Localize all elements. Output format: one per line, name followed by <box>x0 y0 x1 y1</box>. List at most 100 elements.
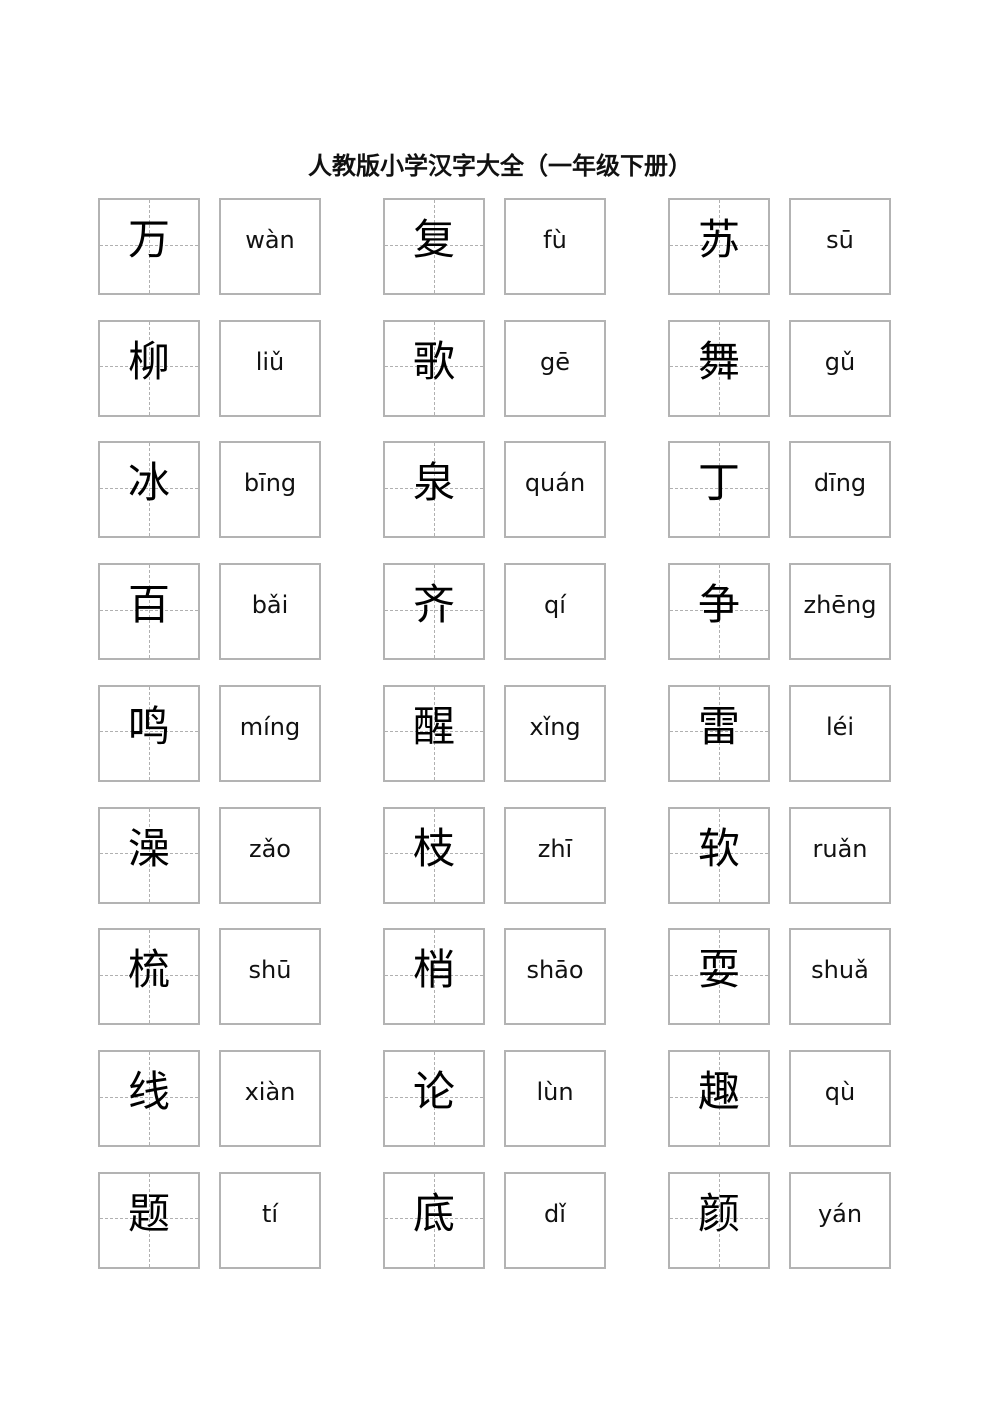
pinyin-box: tí <box>219 1171 321 1269</box>
pinyin-text: shāo <box>526 956 584 985</box>
pinyin-text: dǐ <box>544 1199 566 1228</box>
character-entry: 论 lùn <box>383 1049 608 1150</box>
hanzi-character: 醒 <box>412 701 455 751</box>
character-entry: 百 bǎi <box>98 563 323 663</box>
pinyin-box: xǐng <box>504 684 606 782</box>
character-entry: 软 ruǎn <box>668 806 893 907</box>
character-entry: 题 tí <box>98 1171 323 1272</box>
pinyin-text: shuǎ <box>811 956 869 985</box>
character-entry: 梢 shāo <box>383 928 608 1028</box>
pinyin-text: zhī <box>537 834 573 863</box>
pinyin-text: gǔ <box>824 347 856 376</box>
character-entry: 齐 qí <box>383 563 608 663</box>
hanzi-character: 趣 <box>697 1066 740 1116</box>
pinyin-box: shuǎ <box>789 928 891 1026</box>
hanzi-character: 冰 <box>127 458 170 508</box>
tianzige-box: 枝 <box>383 806 485 904</box>
pinyin-box: zhī <box>504 806 606 904</box>
hanzi-character: 耍 <box>697 945 740 995</box>
page-title: 人教版小学汉字大全（一年级下册） <box>308 152 692 180</box>
pinyin-box: dīng <box>789 441 891 539</box>
pinyin-text: shū <box>248 956 292 985</box>
pinyin-text: zhēng <box>803 591 877 620</box>
tianzige-box: 颜 <box>668 1171 770 1269</box>
tianzige-box: 梳 <box>98 928 200 1026</box>
tianzige-box: 醒 <box>383 684 485 782</box>
character-row: 澡 zǎo 枝 zhī 软 ruǎn <box>98 806 898 907</box>
tianzige-box: 丁 <box>668 441 770 539</box>
hanzi-character: 颜 <box>697 1188 740 1238</box>
tianzige-box: 百 <box>98 563 200 661</box>
character-entry: 复 fù <box>383 198 608 298</box>
tianzige-box: 题 <box>98 1171 200 1269</box>
character-entry: 底 dǐ <box>383 1171 608 1272</box>
character-entry: 冰 bīng <box>98 441 323 541</box>
hanzi-character: 万 <box>127 215 170 264</box>
character-entry: 柳 liǔ <box>98 319 323 420</box>
tianzige-box: 线 <box>98 1049 200 1147</box>
tianzige-box: 万 <box>98 198 200 295</box>
character-row: 百 bǎi 齐 qí 争 zhēng <box>98 563 898 663</box>
pinyin-text: quán <box>524 469 586 498</box>
character-entry: 鸣 míng <box>98 684 323 785</box>
character-entry: 枝 zhī <box>383 806 608 907</box>
pinyin-text: léi <box>825 712 855 741</box>
character-entry: 线 xiàn <box>98 1049 323 1150</box>
pinyin-text: bīng <box>243 469 297 498</box>
tianzige-box: 泉 <box>383 441 485 539</box>
pinyin-text: lùn <box>536 1077 574 1106</box>
pinyin-box: liǔ <box>219 319 321 417</box>
pinyin-text: liǔ <box>255 347 285 376</box>
tianzige-box: 鸣 <box>98 684 200 782</box>
hanzi-character: 舞 <box>697 336 740 386</box>
hanzi-character: 梢 <box>412 945 455 995</box>
character-entry: 耍 shuǎ <box>668 928 893 1028</box>
pinyin-box: bǎi <box>219 563 321 661</box>
hanzi-character: 泉 <box>412 458 455 508</box>
pinyin-box: lùn <box>504 1049 606 1147</box>
character-row: 鸣 míng 醒 xǐng 雷 léi <box>98 684 898 785</box>
pinyin-box: qù <box>789 1049 891 1147</box>
hanzi-character: 复 <box>412 215 455 264</box>
hanzi-character: 争 <box>697 580 740 630</box>
tianzige-box: 复 <box>383 198 485 295</box>
tianzige-box: 澡 <box>98 806 200 904</box>
tianzige-box: 趣 <box>668 1049 770 1147</box>
hanzi-character: 底 <box>412 1188 455 1238</box>
pinyin-box: shū <box>219 928 321 1026</box>
pinyin-box: gē <box>504 319 606 417</box>
character-row: 柳 liǔ 歌 gē 舞 gǔ <box>98 319 898 420</box>
pinyin-text: dīng <box>813 469 867 498</box>
character-entry: 舞 gǔ <box>668 319 893 420</box>
tianzige-box: 舞 <box>668 319 770 417</box>
pinyin-text: tí <box>261 1199 279 1228</box>
hanzi-character: 歌 <box>412 336 455 386</box>
hanzi-character: 梳 <box>127 945 170 995</box>
tianzige-box: 雷 <box>668 684 770 782</box>
character-entry: 丁 dīng <box>668 441 893 541</box>
pinyin-box: bīng <box>219 441 321 539</box>
character-row: 万 wàn 复 fù 苏 sū <box>98 198 898 298</box>
pinyin-box: quán <box>504 441 606 539</box>
character-entry: 争 zhēng <box>668 563 893 663</box>
tianzige-box: 争 <box>668 563 770 661</box>
pinyin-text: ruǎn <box>812 834 868 863</box>
pinyin-text: wàn <box>245 226 295 254</box>
pinyin-text: qí <box>544 591 566 620</box>
pinyin-box: yán <box>789 1171 891 1269</box>
pinyin-box: xiàn <box>219 1049 321 1147</box>
character-entry: 万 wàn <box>98 198 323 298</box>
hanzi-character: 齐 <box>412 580 455 630</box>
tianzige-box: 底 <box>383 1171 485 1269</box>
hanzi-character: 丁 <box>697 458 740 508</box>
character-entry: 澡 zǎo <box>98 806 323 907</box>
tianzige-box: 冰 <box>98 441 200 539</box>
character-entry: 趣 qù <box>668 1049 893 1150</box>
hanzi-character: 论 <box>412 1066 455 1116</box>
hanzi-character: 软 <box>697 823 740 873</box>
character-entry: 歌 gē <box>383 319 608 420</box>
hanzi-character: 线 <box>127 1066 170 1116</box>
hanzi-character: 澡 <box>127 823 170 873</box>
pinyin-box: shāo <box>504 928 606 1026</box>
tianzige-box: 苏 <box>668 198 770 295</box>
